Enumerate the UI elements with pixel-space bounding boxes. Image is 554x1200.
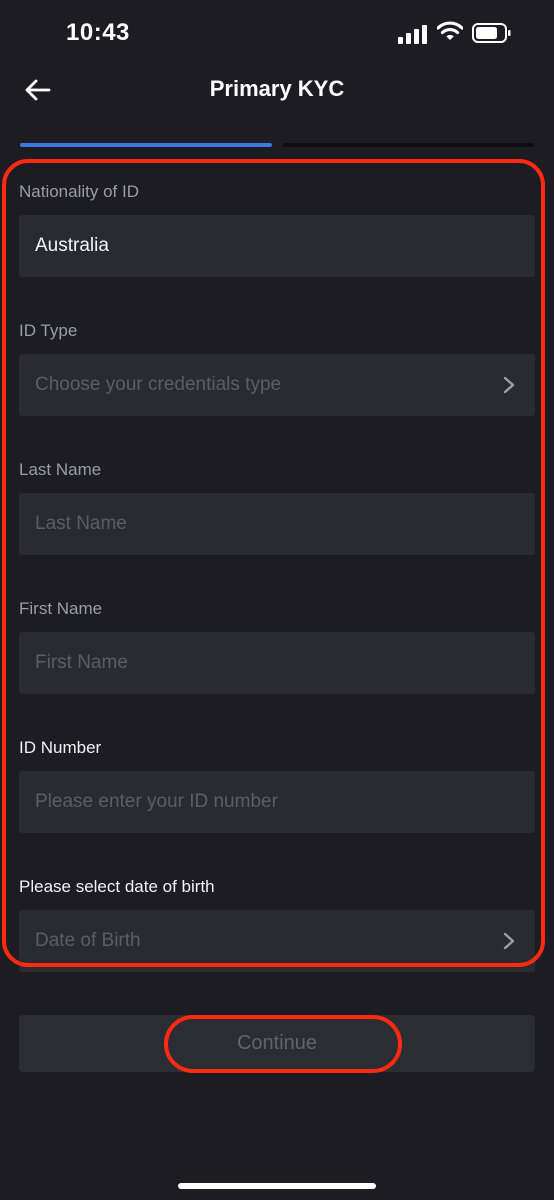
first-name-label: First Name xyxy=(19,599,103,618)
nationality-value: Australia xyxy=(35,235,109,256)
primary-kyc-screen: 10:43 Primary KYC Nationality of ID Aust… xyxy=(0,0,554,1200)
nationality-label: Nationality of ID xyxy=(19,182,139,201)
signal-icon xyxy=(398,25,427,44)
battery-icon xyxy=(472,23,511,43)
wifi-icon xyxy=(437,21,463,40)
id-type-placeholder: Choose your credentials type xyxy=(35,374,282,395)
date-of-birth-select[interactable]: Date of Birth xyxy=(19,910,535,972)
date-of-birth-placeholder: Date of Birth xyxy=(35,930,141,951)
page-title: Primary KYC xyxy=(209,76,345,101)
last-name-placeholder: Last Name xyxy=(35,513,127,534)
progress-step-2 xyxy=(283,143,534,147)
chevron-right-icon xyxy=(503,376,515,394)
form-highlight-annotation xyxy=(2,159,545,967)
home-indicator[interactable] xyxy=(178,1183,376,1189)
last-name-input[interactable]: Last Name xyxy=(19,493,535,555)
first-name-placeholder: First Name xyxy=(35,652,128,673)
id-number-placeholder: Please enter your ID number xyxy=(35,791,278,812)
id-type-select[interactable]: Choose your credentials type xyxy=(19,354,535,416)
id-number-input[interactable]: Please enter your ID number xyxy=(19,771,535,833)
nationality-field[interactable]: Australia xyxy=(19,215,535,277)
date-of-birth-label: Please select date of birth xyxy=(19,877,215,896)
status-time: 10:43 xyxy=(66,19,130,46)
id-type-label: ID Type xyxy=(19,321,78,340)
chevron-right-icon xyxy=(503,932,515,950)
last-name-label: Last Name xyxy=(19,460,102,479)
progress-step-1 xyxy=(20,143,272,147)
id-number-label: ID Number xyxy=(19,738,102,757)
status-bar: 10:43 xyxy=(0,0,554,66)
first-name-input[interactable]: First Name xyxy=(19,632,535,694)
continue-button[interactable]: Continue xyxy=(19,1015,535,1072)
